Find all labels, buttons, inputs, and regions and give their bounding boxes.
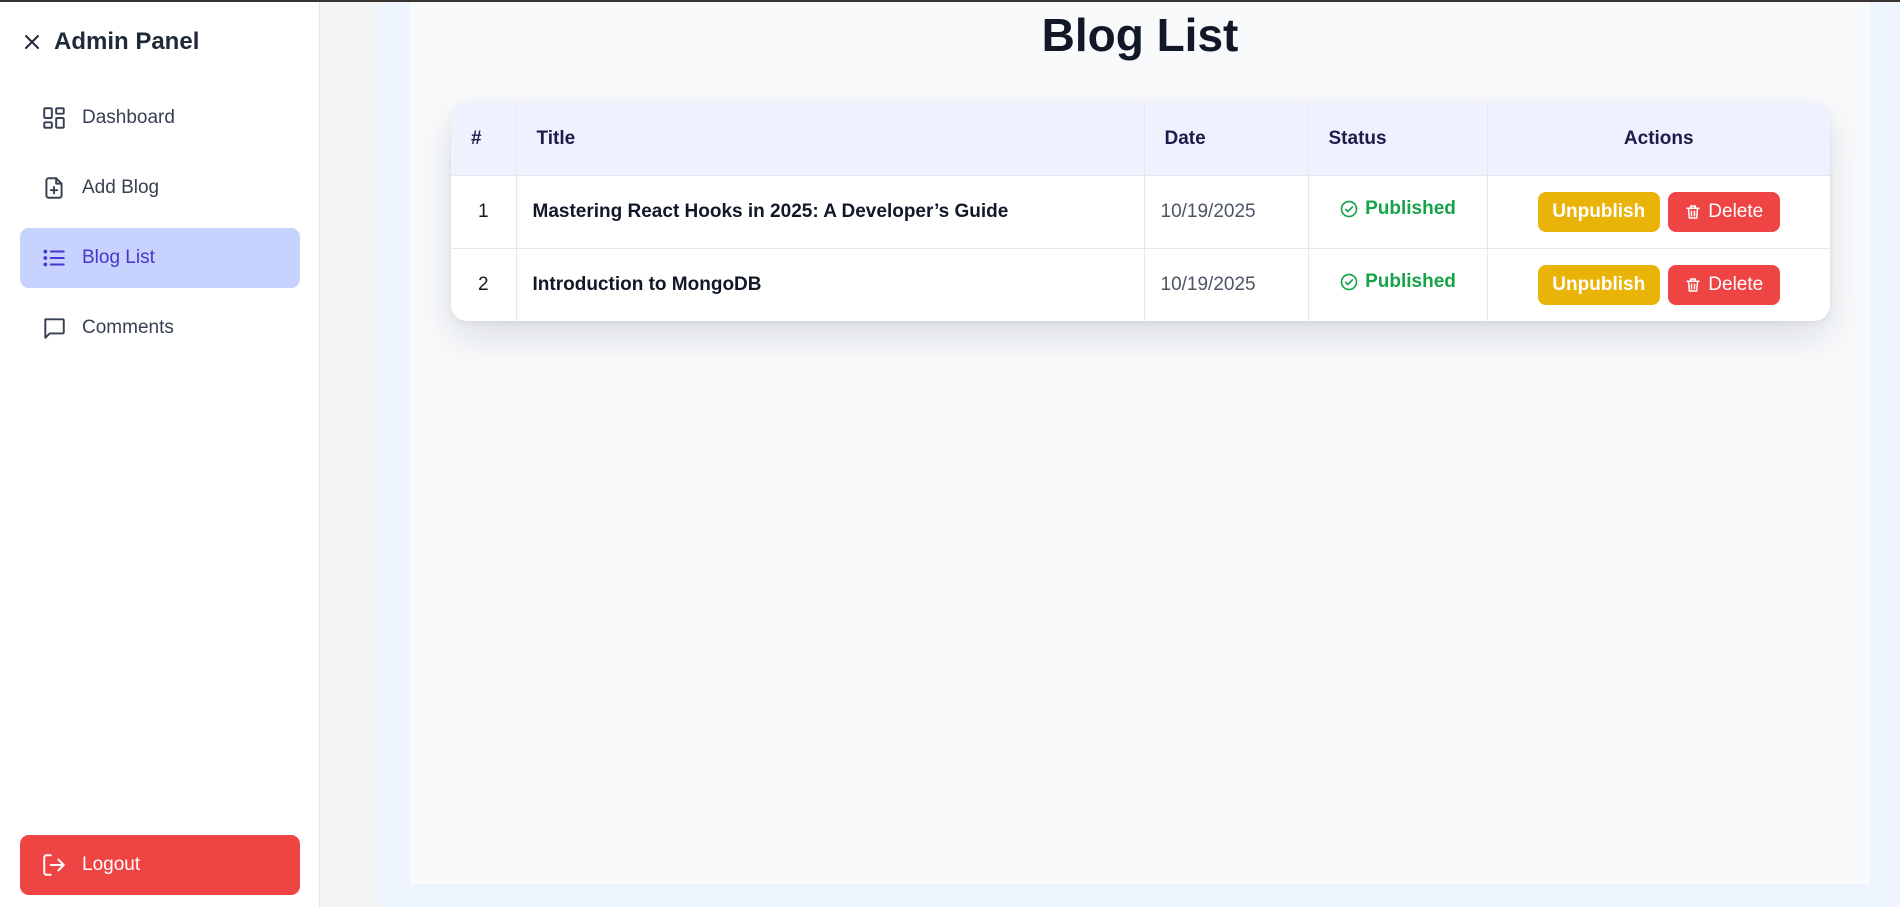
sidebar-title: Admin Panel — [54, 28, 200, 55]
sidebar-header: Admin Panel — [20, 26, 199, 58]
list-icon — [41, 245, 67, 271]
main-gutter — [320, 2, 380, 907]
column-header-status: Status — [1308, 103, 1488, 176]
close-sidebar-icon[interactable] — [20, 30, 44, 54]
sidebar-item-label: Add Blog — [82, 177, 160, 198]
status-text: Published — [1365, 198, 1456, 219]
row-date: 10/19/2025 — [1144, 175, 1309, 249]
delete-label: Delete — [1708, 273, 1764, 295]
sidebar-item-label: Blog List — [82, 247, 155, 268]
row-date: 10/19/2025 — [1144, 248, 1309, 321]
row-status: Published — [1308, 175, 1488, 249]
sidebar-item-blog-list[interactable]: Blog List — [20, 228, 300, 288]
delete-label: Delete — [1708, 200, 1764, 222]
row-status: Published — [1308, 248, 1488, 321]
table-header-row: # Title Date Status Actions — [451, 103, 1830, 176]
status-badge: Published — [1339, 271, 1456, 293]
sidebar-item-add-blog[interactable]: Add Blog — [20, 158, 300, 218]
row-actions: Unpublish Delete — [1487, 175, 1830, 249]
sidebar: Admin Panel Dashboard Add Blog Blog List… — [0, 2, 320, 907]
file-plus-icon — [41, 175, 67, 201]
row-title: Mastering React Hooks in 2025: A Develop… — [516, 175, 1145, 249]
sidebar-item-label: Dashboard — [82, 107, 175, 128]
column-header-date: Date — [1144, 103, 1309, 176]
sidebar-item-label: Comments — [82, 317, 174, 338]
logout-button[interactable]: Logout — [20, 835, 300, 895]
logout-icon — [41, 852, 67, 878]
row-number: 2 — [451, 248, 517, 321]
blog-table-card: # Title Date Status Actions 1 Mastering … — [451, 103, 1830, 321]
page-title: Blog List — [1041, 9, 1239, 61]
status-text: Published — [1365, 271, 1456, 292]
status-badge: Published — [1339, 198, 1456, 220]
sidebar-item-comments[interactable]: Comments — [20, 298, 300, 358]
window-top-border — [0, 0, 1900, 2]
table-row: 1 Mastering React Hooks in 2025: A Devel… — [451, 175, 1830, 249]
unpublish-button[interactable]: Unpublish — [1537, 191, 1660, 232]
dashboard-icon — [41, 105, 67, 131]
delete-button[interactable]: Delete — [1667, 191, 1780, 232]
row-title: Introduction to MongoDB — [516, 248, 1145, 321]
logout-label: Logout — [82, 854, 141, 875]
table-row: 2 Introduction to MongoDB 10/19/2025 Pub… — [451, 248, 1830, 321]
column-header-number: # — [451, 103, 517, 176]
column-header-title: Title — [516, 103, 1145, 176]
blog-table: # Title Date Status Actions 1 Mastering … — [451, 103, 1830, 321]
unpublish-button[interactable]: Unpublish — [1537, 264, 1660, 305]
column-header-actions: Actions — [1487, 103, 1830, 176]
row-number: 1 — [451, 175, 517, 249]
check-circle-icon — [1340, 273, 1358, 291]
message-square-icon — [41, 315, 67, 341]
sidebar-item-dashboard[interactable]: Dashboard — [20, 88, 300, 148]
row-actions: Unpublish Delete — [1487, 248, 1830, 321]
trash-icon — [1686, 277, 1701, 292]
trash-icon — [1686, 204, 1701, 219]
delete-button[interactable]: Delete — [1667, 264, 1780, 305]
check-circle-icon — [1340, 200, 1358, 218]
